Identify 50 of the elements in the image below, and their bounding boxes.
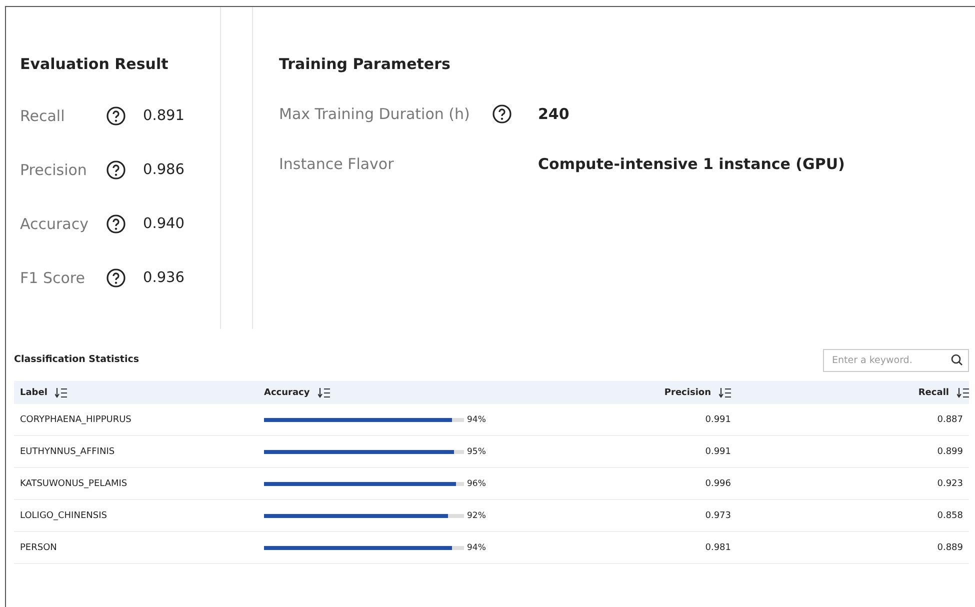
table-cell: 0.858: [937, 510, 963, 520]
sort-icon[interactable]: [55, 388, 68, 398]
section-title: Evaluation Result: [20, 54, 170, 75]
metric-label: F1 Score: [20, 269, 86, 287]
table-cell: 0.889: [937, 542, 963, 552]
help-icon[interactable]: [106, 214, 126, 234]
param-value: 240: [538, 105, 570, 123]
accuracy-percent: 94%: [467, 542, 486, 552]
table-cell: EUTHYNNUS_AFFINIS: [20, 446, 115, 456]
table-cell: 0.923: [937, 478, 963, 488]
column-header[interactable]: Precision: [664, 388, 711, 398]
help-icon[interactable]: [106, 160, 126, 180]
sort-icon[interactable]: [957, 388, 969, 398]
table-cell: 0.991: [705, 414, 731, 424]
param-label: Max Training Duration (h): [279, 105, 471, 123]
accuracy-percent: 92%: [467, 510, 486, 520]
sort-icon[interactable]: [318, 388, 330, 398]
help-icon[interactable]: [106, 106, 126, 126]
metric-label: Precision: [20, 161, 88, 179]
table-cell: 0.887: [937, 414, 963, 424]
column-header[interactable]: Recall: [918, 388, 949, 398]
column-header[interactable]: Label: [20, 388, 48, 398]
table-cell: 0.973: [705, 510, 731, 520]
search-icon[interactable]: [951, 354, 963, 366]
accuracy-percent: 95%: [467, 446, 486, 456]
table-title: Classification Statistics: [14, 354, 140, 364]
section-title: Training Parameters: [279, 54, 452, 75]
table-cell: 0.996: [705, 478, 731, 488]
table-cell: 0.899: [937, 446, 963, 456]
column-header[interactable]: Accuracy: [264, 388, 310, 398]
help-icon[interactable]: [492, 104, 512, 124]
accuracy-percent: 94%: [467, 414, 486, 424]
sort-icon[interactable]: [719, 388, 731, 398]
table-cell: LOLIGO_CHINENSIS: [20, 510, 107, 520]
help-icon[interactable]: [106, 268, 126, 288]
search-field[interactable]: Enter a keyword.: [823, 348, 969, 372]
metric-label: Accuracy: [20, 215, 90, 233]
table-cell: PERSON: [20, 542, 57, 552]
metric-value: 0.986: [143, 162, 185, 178]
table-cell: CORYPHAENA_HIPPURUS: [20, 414, 132, 424]
table-cell: KATSUWONUS_PELAMIS: [20, 478, 128, 488]
accuracy-percent: 96%: [467, 478, 486, 488]
table-cell: 0.981: [705, 542, 731, 552]
metric-label: Recall: [20, 107, 66, 125]
table-cell: 0.991: [705, 446, 731, 456]
metric-value: 0.940: [143, 216, 185, 232]
param-label: Instance Flavor: [279, 155, 395, 173]
metric-value: 0.936: [143, 270, 185, 286]
param-value: Compute-intensive 1 instance (GPU): [538, 155, 845, 173]
metric-value: 0.891: [143, 108, 185, 124]
